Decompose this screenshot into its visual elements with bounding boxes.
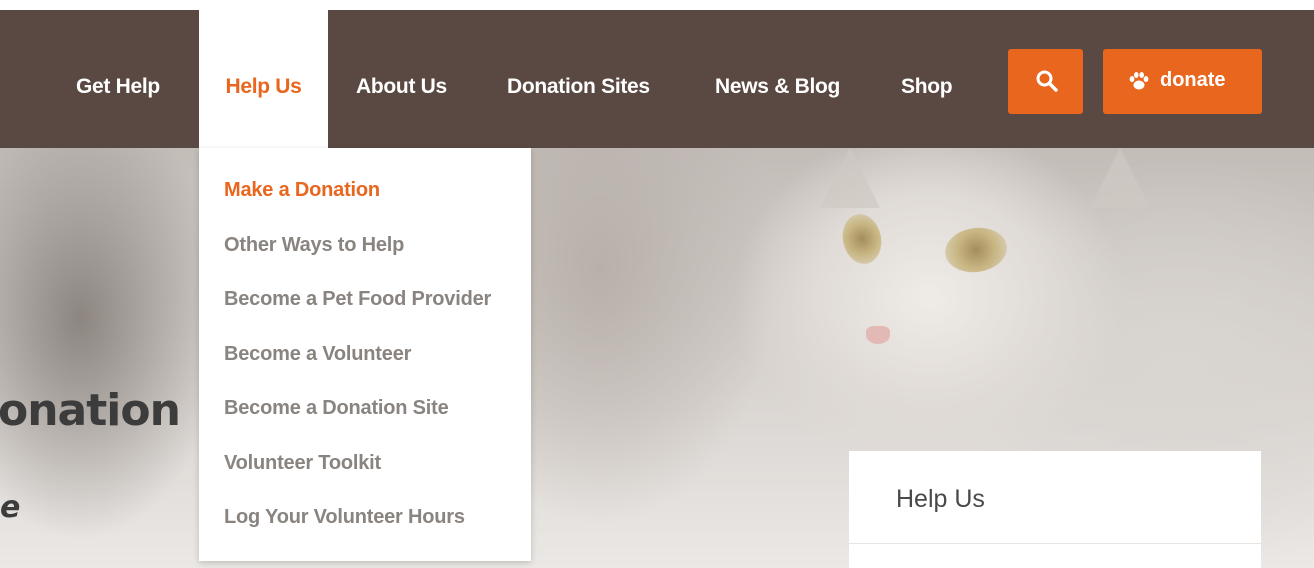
dropdown-item-make-a-donation[interactable]: Make a Donation xyxy=(224,179,380,202)
dropdown-item-pet-food-provider[interactable]: Become a Pet Food Provider xyxy=(224,288,491,311)
cat-ear-left xyxy=(820,148,880,208)
nav-item-donation-sites[interactable]: Donation Sites xyxy=(507,10,650,148)
nav-item-help-us[interactable]: Help Us xyxy=(199,10,328,148)
search-icon xyxy=(1036,70,1058,92)
nav-item-about-us[interactable]: About Us xyxy=(356,10,447,148)
dropdown-item-volunteer[interactable]: Become a Volunteer xyxy=(224,343,411,366)
hero-subtitle: e xyxy=(0,490,21,525)
donate-button[interactable]: donate xyxy=(1103,49,1262,114)
cat-nose xyxy=(866,326,890,344)
nav-item-news-blog[interactable]: News & Blog xyxy=(715,10,840,148)
dropdown-item-volunteer-toolkit[interactable]: Volunteer Toolkit xyxy=(224,452,381,475)
dropdown-item-log-volunteer-hours[interactable]: Log Your Volunteer Hours xyxy=(224,506,465,529)
hero-title: onation xyxy=(0,385,181,436)
dropdown-item-donation-site[interactable]: Become a Donation Site xyxy=(224,397,449,420)
search-button[interactable] xyxy=(1008,49,1083,114)
top-strip xyxy=(0,0,1314,10)
nav-item-shop[interactable]: Shop xyxy=(901,10,953,148)
dropdown-item-other-ways-to-help[interactable]: Other Ways to Help xyxy=(224,234,404,257)
cat-eye-right xyxy=(942,223,1010,277)
cat-ear-right xyxy=(1090,148,1150,208)
sidebar-card-divider xyxy=(849,543,1261,544)
nav-item-get-help[interactable]: Get Help xyxy=(76,10,160,148)
donate-label: donate xyxy=(1160,69,1226,91)
paw-icon xyxy=(1129,72,1149,90)
help-us-dropdown: Make a Donation Other Ways to Help Becom… xyxy=(199,148,531,561)
cat-eye-left xyxy=(838,210,886,268)
sidebar-card: Help Us xyxy=(849,451,1261,568)
sidebar-card-title: Help Us xyxy=(896,485,985,513)
